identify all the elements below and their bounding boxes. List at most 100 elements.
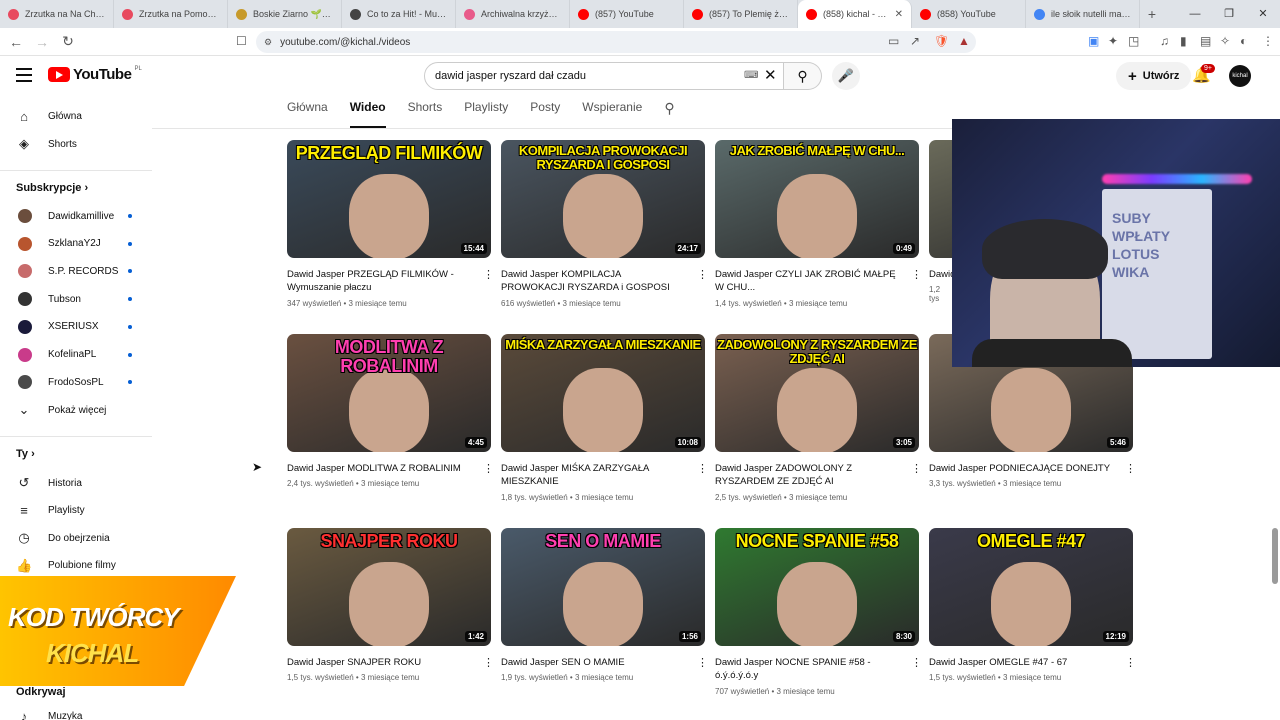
video-card[interactable]: PRZEGLĄD FILMIKÓW 15:44 Dawid Jasper PRZEG… xyxy=(287,140,494,330)
channel-tab[interactable]: Posty xyxy=(530,100,560,128)
video-title[interactable]: Dawid Jasper KOMPILACJA PROWOKACJI RYSZA… xyxy=(501,268,687,294)
more-options-icon[interactable]: ⋮ xyxy=(697,656,708,669)
site-info-icon[interactable]: ⚙ xyxy=(264,37,272,48)
video-thumbnail[interactable]: OMEGLE #47 12:19 xyxy=(929,528,1133,646)
channel-tab[interactable]: Wideo xyxy=(349,100,386,128)
screenshot-icon[interactable]: ◳ xyxy=(1128,34,1139,48)
video-card[interactable]: ZADOWOLONY Z RYSZARDEM ZE ZDJĘĆ AI 3:05 Da… xyxy=(715,334,922,524)
video-card[interactable]: SEN O MAMIE 1:56 Dawid Jasper SEN O MAMIE 1… xyxy=(501,528,708,718)
video-title[interactable]: Dawid Jasper PODNIECAJĄCE DONEJTY xyxy=(929,462,1115,475)
channel-tab[interactable]: Playlisty xyxy=(464,100,508,128)
translate-icon[interactable]: ▣ xyxy=(1088,34,1099,48)
create-button[interactable]: + Utwórz xyxy=(1116,62,1192,90)
video-title[interactable]: Dawid Jasper CZYLI JAK ZROBIĆ MAŁPĘ W CH… xyxy=(715,268,901,294)
voice-search-button[interactable]: 🎤 xyxy=(832,62,860,90)
sidebar-item[interactable]: ♪ Muzyka xyxy=(0,702,152,720)
browser-tab[interactable]: Co to za Hit! - Muzyc xyxy=(342,0,456,28)
video-card[interactable]: JAK ZROBIĆ MAŁPĘ W CHU... 0:49 Dawid Jaspe… xyxy=(715,140,922,330)
brave-shield-icon[interactable]: 🛡 xyxy=(934,34,949,48)
video-thumbnail[interactable]: NOCNE SPANIE #58 8:30 xyxy=(715,528,919,646)
browser-tab[interactable]: (857) YouTube xyxy=(570,0,684,28)
sidebar-item[interactable]: ◈ Shorts xyxy=(0,130,152,158)
video-thumbnail[interactable]: PRZEGLĄD FILMIKÓW 15:44 xyxy=(287,140,491,258)
bookmark-icon[interactable]: ☐ xyxy=(236,34,247,48)
more-options-icon[interactable]: ⋮ xyxy=(697,268,708,281)
video-card[interactable]: MIŚKA ZARZYGAŁA MIESZKANIE 10:08 Dawid Jas… xyxy=(501,334,708,524)
more-options-icon[interactable]: ⋮ xyxy=(1125,656,1136,669)
minimize-icon[interactable]: — xyxy=(1178,0,1212,28)
more-options-icon[interactable]: ⋮ xyxy=(483,462,494,475)
sidebar-item[interactable]: S.P. RECORDS xyxy=(0,257,152,285)
page-scrollbar[interactable] xyxy=(1272,528,1278,584)
more-options-icon[interactable]: ⋮ xyxy=(697,462,708,475)
extensions-icon[interactable]: ✦ xyxy=(1108,34,1118,48)
sidebar-item[interactable]: ≡ Playlisty xyxy=(0,497,152,525)
video-title[interactable]: Dawid Jasper OMEGLE #47 - 67 xyxy=(929,656,1115,669)
sidebar-item[interactable]: ⌂ Główna xyxy=(0,102,152,130)
video-title[interactable]: Dawid Jasper ZADOWOLONY Z RYSZARDEM ZE Z… xyxy=(715,462,901,488)
browser-tab[interactable]: Boskie Ziarno 🌱 Reko xyxy=(228,0,342,28)
video-title[interactable]: Dawid Jasper MIŚKA ZARZYGAŁA MIESZKANIE xyxy=(501,462,687,488)
clear-search-icon[interactable]: ✕ xyxy=(764,66,777,84)
media-icon[interactable]: ♫ xyxy=(1160,34,1169,48)
browser-tab[interactable]: ile słoik nutelli ma kca xyxy=(1026,0,1140,28)
video-title[interactable]: Dawid Jasper NOCNE SPANIE #58 - ó.ý.ó.ý.… xyxy=(715,656,901,682)
back-icon[interactable]: ← xyxy=(6,34,26,50)
hamburger-menu-icon[interactable] xyxy=(16,68,32,86)
video-thumbnail[interactable]: SNAJPER ROKU 1:42 xyxy=(287,528,491,646)
sidebar-item[interactable]: ↺ Historia xyxy=(0,469,152,497)
more-options-icon[interactable]: ⋮ xyxy=(911,268,922,281)
video-thumbnail[interactable]: KOMPILACJA PROWOKACJI RYSZARDA I GOSPOSI… xyxy=(501,140,705,258)
video-card[interactable]: MODLITWA Z ROBALINIM 4:45 Dawid Jasper MOD… xyxy=(287,334,494,524)
more-options-icon[interactable]: ⋮ xyxy=(911,656,922,669)
search-button[interactable]: ⚲ xyxy=(784,62,822,90)
channel-tab[interactable]: Shorts xyxy=(408,100,443,128)
more-options-icon[interactable]: ⋮ xyxy=(1125,462,1136,475)
video-card[interactable]: SNAJPER ROKU 1:42 Dawid Jasper SNAJPER ROK… xyxy=(287,528,494,718)
more-options-icon[interactable]: ⋮ xyxy=(483,268,494,281)
leo-ai-icon[interactable]: ✧ xyxy=(1220,34,1230,48)
restore-icon[interactable]: ❐ xyxy=(1212,0,1246,28)
rewards-icon[interactable]: ▲ xyxy=(958,34,970,48)
vpn-icon[interactable]: ◐ xyxy=(1240,34,1247,48)
video-card[interactable]: NOCNE SPANIE #58 8:30 Dawid Jasper NOCNE S… xyxy=(715,528,922,718)
menu-icon[interactable]: ⋮ xyxy=(1262,34,1274,48)
you-heading[interactable]: Ty › xyxy=(16,448,35,460)
sidebar-item[interactable]: FrodoSosPL xyxy=(0,368,152,396)
sidebar-icon[interactable]: ▮ xyxy=(1180,34,1187,48)
sidebar-item[interactable]: ◷ Do obejrzenia xyxy=(0,524,152,552)
channel-tab[interactable]: Główna xyxy=(287,100,328,128)
sidebar-item[interactable]: SzklanaY2J xyxy=(0,230,152,258)
sidebar-item[interactable]: Dawidkamillive xyxy=(0,202,152,230)
browser-tab[interactable]: Zrzutka na Pomoc dla xyxy=(114,0,228,28)
browser-tab[interactable]: (858) kichal - YouT ✕ xyxy=(798,0,912,28)
keyboard-icon[interactable]: ⌨ xyxy=(744,70,758,81)
sidebar-item[interactable]: XSERIUSX xyxy=(0,313,152,341)
video-thumbnail[interactable]: MODLITWA Z ROBALINIM 4:45 xyxy=(287,334,491,452)
sidebar-item[interactable]: Tubson xyxy=(0,285,152,313)
new-tab-icon[interactable]: + xyxy=(1140,6,1164,22)
cast-icon[interactable]: ▭ xyxy=(888,34,899,48)
reload-icon[interactable]: ↻ xyxy=(58,33,78,50)
video-thumbnail[interactable]: ZADOWOLONY Z RYSZARDEM ZE ZDJĘĆ AI 3:05 xyxy=(715,334,919,452)
video-thumbnail[interactable]: SEN O MAMIE 1:56 xyxy=(501,528,705,646)
share-icon[interactable]: ↗ xyxy=(910,34,920,48)
video-thumbnail[interactable]: MIŚKA ZARZYGAŁA MIESZKANIE 10:08 xyxy=(501,334,705,452)
video-title[interactable]: Dawid Jasper PRZEGLĄD FILMIKÓW - Wymusza… xyxy=(287,268,473,294)
forward-icon[interactable]: → xyxy=(32,34,52,50)
browser-tab[interactable]: (858) YouTube xyxy=(912,0,1026,28)
browser-tab[interactable]: Zrzutka na Na Chore D xyxy=(0,0,114,28)
video-card[interactable]: KOMPILACJA PROWOKACJI RYSZARDA I GOSPOSI… xyxy=(501,140,708,330)
close-window-icon[interactable]: ✕ xyxy=(1246,0,1280,28)
browser-tab[interactable]: (857) To Plemię żyje na xyxy=(684,0,798,28)
channel-tab[interactable]: Wspieranie xyxy=(582,100,642,128)
video-card[interactable]: OMEGLE #47 12:19 Dawid Jasper OMEGLE #47 -… xyxy=(929,528,1136,718)
subscriptions-heading[interactable]: Subskrypcje › xyxy=(16,182,88,194)
youtube-logo[interactable]: YouTube PL xyxy=(48,66,142,83)
url-field[interactable]: ⚙ youtube.com/@kichal./videos xyxy=(256,31,976,53)
sidebar-item[interactable]: KofelinaPL xyxy=(0,341,152,369)
wallet-icon[interactable]: ▤ xyxy=(1200,34,1211,48)
search-input[interactable]: dawid jasper ryszard dał czadu xyxy=(424,62,784,90)
account-avatar[interactable]: kichal xyxy=(1229,65,1251,87)
video-title[interactable]: Dawid Jasper SEN O MAMIE xyxy=(501,656,687,669)
